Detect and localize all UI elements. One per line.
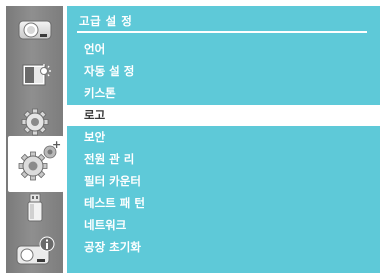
advanced-settings-panel: 고급 설 정 언어 자동 설 정 키스톤 로고 보안 전원 관 리 필터 카운터…	[67, 6, 380, 273]
menu-item-label: 로고	[84, 108, 106, 122]
advanced-settings-icon[interactable]: +	[8, 136, 64, 192]
menu-item-auto-setup[interactable]: 자동 설 정	[67, 61, 380, 82]
menu-item-network[interactable]: 네트워크	[67, 215, 380, 236]
panel-title: 고급 설 정	[79, 14, 133, 28]
menu-item-security[interactable]: 보안	[67, 127, 380, 148]
menu-item-logo[interactable]: 로고	[67, 105, 380, 126]
menu-item-test-pattern[interactable]: 테스트 패 턴	[67, 193, 380, 214]
menu-category-sidebar: +	[6, 6, 64, 273]
info-icon[interactable]	[11, 234, 59, 268]
menu-item-label: 보안	[84, 130, 106, 144]
menu-item-factory-default[interactable]: 공장 초기화	[67, 237, 380, 258]
menu-item-label: 언어	[84, 42, 106, 56]
display-settings-icon[interactable]	[11, 12, 59, 46]
menu-item-label: 테스트 패 턴	[84, 196, 145, 210]
menu-item-label: 전원 관 리	[84, 152, 135, 166]
usb-icon[interactable]	[11, 191, 59, 225]
menu-item-label: 공장 초기화	[84, 240, 141, 254]
settings-gear-icon[interactable]	[11, 104, 59, 138]
menu-item-label: 키스톤	[84, 86, 116, 100]
menu-item-label: 자동 설 정	[84, 64, 135, 78]
title-divider	[77, 31, 367, 33]
svg-text:+: +	[52, 138, 61, 151]
menu-item-power-management[interactable]: 전원 관 리	[67, 149, 380, 170]
menu-item-keystone[interactable]: 키스톤	[67, 83, 380, 104]
menu-item-filter-counter[interactable]: 필터 카운터	[67, 171, 380, 192]
image-adjust-icon[interactable]	[11, 58, 59, 92]
projector-osd-menu: + 고급 설 정 언어 자동 설 정 키스톤 로고 보안 전원 관 리 필터 카…	[0, 0, 385, 280]
menu-item-label: 네트워크	[84, 218, 127, 232]
menu-item-language[interactable]: 언어	[67, 39, 380, 60]
menu-item-label: 필터 카운터	[84, 174, 141, 188]
